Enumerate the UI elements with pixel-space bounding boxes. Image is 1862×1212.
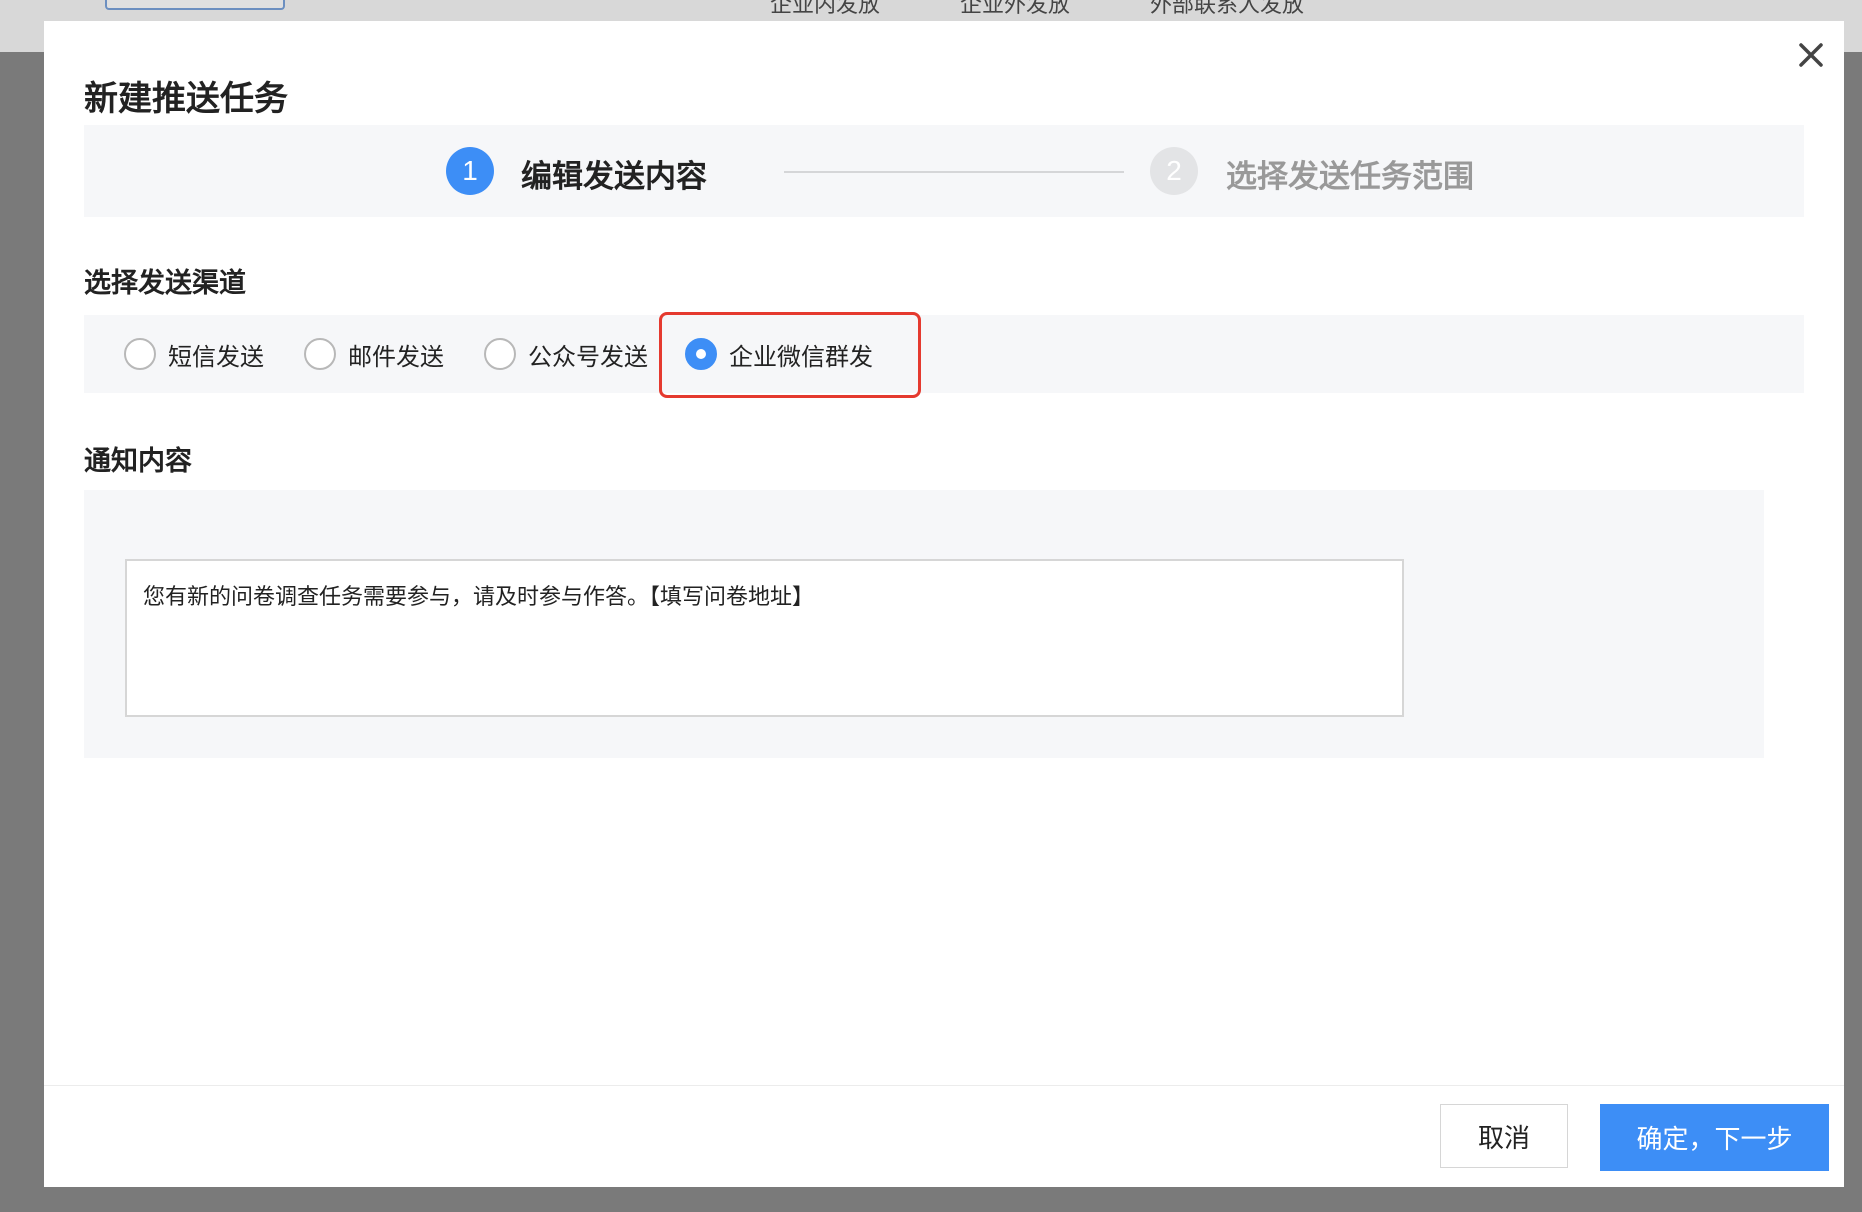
radio-button[interactable]: [304, 338, 336, 370]
background-button: [105, 0, 285, 10]
confirm-next-button[interactable]: 确定，下一步: [1600, 1104, 1829, 1171]
radio-option-sms[interactable]: 短信发送: [124, 315, 264, 393]
radio-option-wecom-mass[interactable]: 企业微信群发: [685, 315, 873, 393]
radio-option-email[interactable]: 邮件发送: [304, 315, 444, 393]
notice-section-label: 通知内容: [84, 446, 192, 476]
background-tab: 外部联系人发放: [1150, 0, 1305, 17]
radio-button[interactable]: [484, 338, 516, 370]
notice-content-panel: 您有新的问卷调查任务需要参与，请及时参与作答。【填写问卷地址】: [84, 490, 1764, 758]
notice-content-textarea[interactable]: 您有新的问卷调查任务需要参与，请及时参与作答。【填写问卷地址】: [125, 559, 1404, 717]
radio-option-official-account[interactable]: 公众号发送: [484, 315, 648, 393]
cancel-button[interactable]: 取消: [1440, 1104, 1568, 1168]
channel-section-label: 选择发送渠道: [84, 268, 246, 298]
radio-button-checked[interactable]: [685, 338, 717, 370]
close-button[interactable]: [1789, 33, 1833, 77]
step-1-label: 编辑发送内容: [521, 159, 707, 194]
background-tab: 企业外发放: [960, 0, 1071, 17]
radio-label: 邮件发送: [348, 343, 444, 371]
footer-divider: [44, 1085, 1844, 1086]
radio-button[interactable]: [124, 338, 156, 370]
step-2-number: 2: [1150, 147, 1198, 195]
step-connector: [784, 171, 1124, 173]
step-2-label: 选择发送任务范围: [1226, 159, 1474, 194]
step-indicator: 1 编辑发送内容 2 选择发送任务范围: [84, 125, 1804, 217]
step-1-number: 1: [446, 147, 494, 195]
radio-label: 公众号发送: [528, 343, 648, 371]
dialog-title: 新建推送任务: [84, 80, 288, 118]
new-push-task-dialog: 新建推送任务 1 编辑发送内容 2 选择发送任务范围 选择发送渠道 短信发送 邮…: [44, 21, 1844, 1187]
radio-label: 企业微信群发: [729, 343, 873, 371]
close-icon: [1799, 43, 1823, 67]
background-tab: 企业内发放: [770, 0, 881, 17]
background-tabs: 企业内发放 企业外发放 外部联系人发放: [770, 0, 1304, 22]
radio-label: 短信发送: [168, 343, 264, 371]
channel-radio-group: 短信发送 邮件发送 公众号发送 企业微信群发: [84, 315, 1804, 393]
